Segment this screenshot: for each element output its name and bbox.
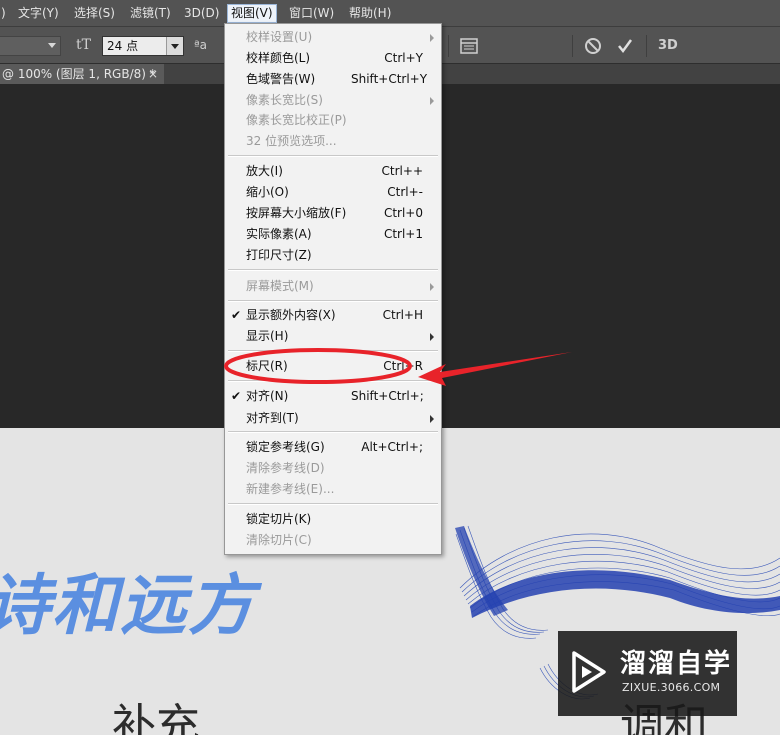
menu-item-show[interactable]: 显示(H) (225, 326, 441, 347)
menu-item-zoom-out[interactable]: 缩小(O) Ctrl+- (225, 182, 441, 203)
font-size-value: 24 点 (107, 39, 139, 53)
menu-filter[interactable]: 滤镜(T) (127, 5, 174, 22)
character-panel-icon[interactable] (458, 35, 480, 57)
menu-item-snap-to[interactable]: 对齐到(T) (225, 408, 441, 429)
menu-separator (228, 269, 438, 271)
menu-item-lock-guides[interactable]: 锁定参考线(G) Alt+Ctrl+; (225, 437, 441, 458)
menu-window[interactable]: 窗口(W) (286, 5, 337, 22)
menu-3d[interactable]: 3D(D) (181, 5, 222, 22)
menu-item-print-size[interactable]: 打印尺寸(Z) (225, 245, 441, 266)
font-size-field[interactable]: 24 点 (102, 36, 184, 56)
submenu-arrow-icon (430, 34, 434, 42)
menu-item-zoom-in[interactable]: 放大(I) Ctrl++ (225, 161, 441, 182)
menu-separator (228, 155, 438, 157)
view-menu-dropdown: 校样设置(U) 校样颜色(L) Ctrl+Y 色域警告(W) Shift+Ctrl+… (224, 23, 442, 555)
font-size-dropdown-button[interactable] (166, 37, 183, 55)
watermark-title: 溜溜自学 (620, 649, 733, 679)
menu-type[interactable]: 文字(Y) (15, 5, 62, 22)
document-tab-title: @ 100% (图层 1, RGB/8) * (2, 67, 156, 81)
menu-view[interactable]: 视图(V) (227, 4, 277, 23)
menu-item-clear-slices[interactable]: 清除切片(C) (225, 530, 441, 551)
menu-item-extras[interactable]: ✔ 显示额外内容(X) Ctrl+H (225, 305, 441, 326)
menu-item-pixel-aspect-ratio[interactable]: 像素长宽比(S) (225, 90, 441, 111)
chevron-down-icon (171, 44, 179, 49)
submenu-arrow-icon (430, 97, 434, 105)
menu-select[interactable]: 选择(S) (71, 5, 118, 22)
menu-separator (228, 503, 438, 505)
font-style-dropdown[interactable] (0, 36, 61, 56)
play-logo-icon (572, 651, 606, 693)
menu-separator (228, 431, 438, 433)
menu-separator (228, 380, 438, 382)
bottom-left-text: 补充 (112, 700, 200, 735)
menu-item-gamut-warning[interactable]: 色域警告(W) Shift+Ctrl+Y (225, 69, 441, 90)
menu-item-screen-mode[interactable]: 屏幕模式(M) (225, 276, 441, 297)
menu-item-proof-setup[interactable]: 校样设置(U) (225, 27, 441, 48)
document-tab[interactable]: @ 100% (图层 1, RGB/8) * × (0, 64, 164, 84)
divider (448, 35, 449, 57)
menu-item-new-guide[interactable]: 新建参考线(E)... (225, 479, 441, 500)
menu-item-snap[interactable]: ✔ 对齐(N) Shift+Ctrl+; (225, 386, 441, 407)
watermark: 溜溜自学 ZIXUE.3066.COM (558, 631, 737, 716)
menu-item-proof-colors[interactable]: 校样颜色(L) Ctrl+Y (225, 48, 441, 69)
divider (572, 35, 573, 57)
submenu-arrow-icon (430, 283, 434, 291)
menu-prev[interactable]: ) (0, 5, 9, 22)
font-size-icon: tT (76, 37, 91, 53)
menu-item-pixel-aspect-correction[interactable]: 像素长宽比校正(P) (225, 110, 441, 131)
submenu-arrow-icon (430, 333, 434, 341)
submenu-arrow-icon (430, 415, 434, 423)
menu-separator (228, 350, 438, 352)
antialias-icon: ªa (194, 38, 208, 52)
menu-item-lock-slices[interactable]: 锁定切片(K) (225, 509, 441, 530)
check-icon: ✔ (231, 308, 242, 322)
menu-help[interactable]: 帮助(H) (346, 5, 394, 22)
3d-icon[interactable]: 3D (658, 38, 678, 53)
check-icon: ✔ (231, 389, 242, 403)
menu-item-rulers[interactable]: 标尺(R) Ctrl+R (225, 356, 441, 377)
watermark-url: ZIXUE.3066.COM (622, 681, 721, 694)
commit-check-icon[interactable] (614, 35, 636, 57)
cancel-icon[interactable] (582, 35, 604, 57)
poem-title-text: 诗和远方 (0, 566, 256, 644)
chevron-down-icon (48, 43, 56, 48)
close-icon[interactable]: × (148, 64, 158, 84)
menu-separator (228, 300, 438, 302)
divider (646, 35, 647, 57)
menu-item-clear-guides[interactable]: 清除参考线(D) (225, 458, 441, 479)
menu-item-actual-pixels[interactable]: 实际像素(A) Ctrl+1 (225, 224, 441, 245)
menu-item-fit-on-screen[interactable]: 按屏幕大小缩放(F) Ctrl+0 (225, 203, 441, 224)
menu-item-32bit-preview[interactable]: 32 位预览选项... (225, 131, 441, 152)
